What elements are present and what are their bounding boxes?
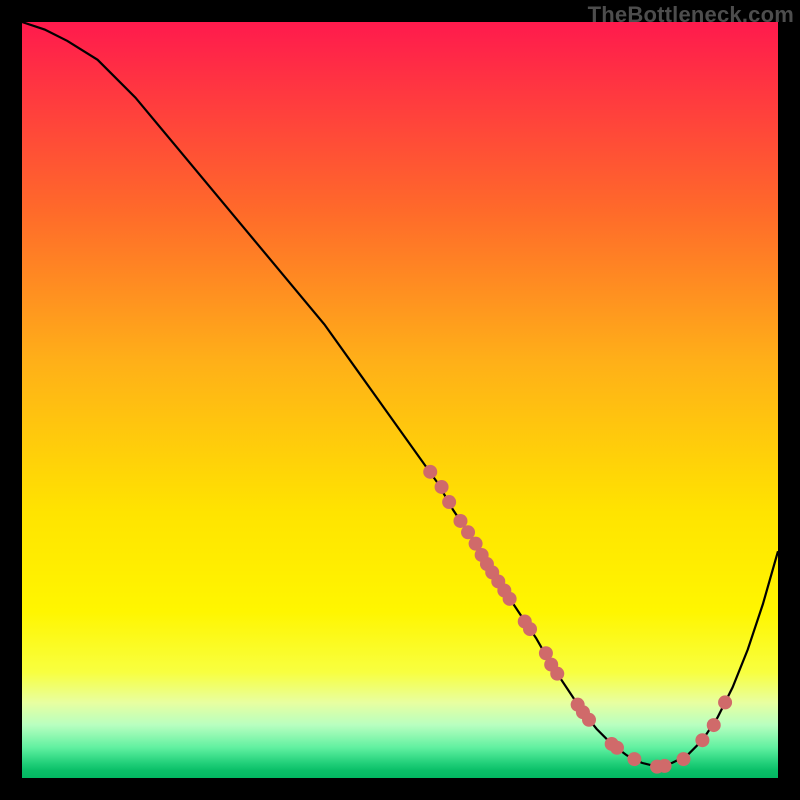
data-point-marker [718,695,732,709]
data-point-marker [423,465,437,479]
data-point-marker [677,752,691,766]
watermark-text: TheBottleneck.com [588,2,794,28]
marker-layer [423,465,732,774]
data-point-marker [658,759,672,773]
data-point-marker [523,622,537,636]
data-point-marker [503,592,517,606]
data-point-marker [610,741,624,755]
data-point-marker [695,733,709,747]
data-point-marker [707,718,721,732]
bottleneck-curve [22,22,778,767]
data-point-marker [582,713,596,727]
data-point-marker [435,480,449,494]
curve-layer [22,22,778,767]
data-point-marker [442,495,456,509]
data-point-marker [550,667,564,681]
data-point-marker [627,752,641,766]
chart-frame [22,22,778,778]
chart-plot [22,22,778,778]
